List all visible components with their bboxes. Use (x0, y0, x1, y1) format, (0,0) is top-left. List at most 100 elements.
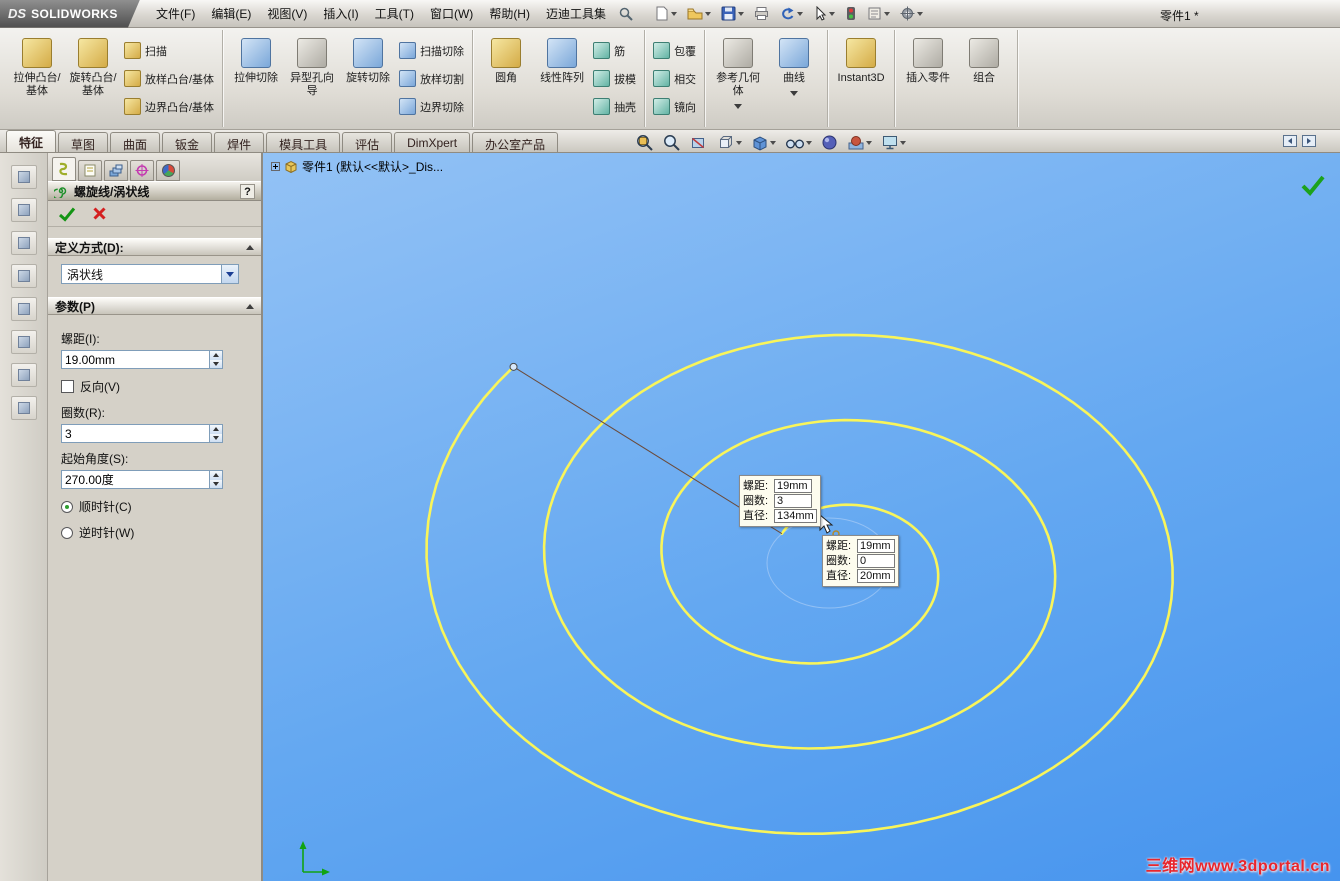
linear-pattern-button[interactable]: 线性阵列 (534, 33, 590, 125)
pitch-spinner[interactable] (209, 351, 222, 368)
pitch-input[interactable] (62, 351, 209, 368)
view-orientation-icon[interactable] (716, 133, 743, 152)
side-toolbar-button-8[interactable] (10, 396, 37, 420)
menu-help[interactable]: 帮助(H) (481, 0, 538, 28)
menu-file[interactable]: 文件(F) (148, 0, 203, 28)
draft-button[interactable]: 拔模 (590, 67, 639, 91)
rebuild-button[interactable] (843, 4, 859, 23)
graphics-area[interactable]: 零件1 (默认<<默认>_Dis... 螺距: 19mm 圈数: 3 直径: 134m… (263, 153, 1340, 881)
dropdown-arrow-icon[interactable] (221, 265, 238, 283)
displaymanager-tab-icon[interactable] (156, 160, 180, 181)
side-toolbar-button-2[interactable] (10, 198, 37, 222)
file-properties-button[interactable] (865, 4, 892, 23)
revolve-cut-button[interactable]: 旋转切除 (340, 33, 396, 125)
apply-scene-caret-icon[interactable] (866, 140, 872, 145)
tree-expand-icon[interactable] (271, 162, 280, 171)
extrude-boss-button[interactable]: 拉伸凸台/基体 (9, 33, 65, 125)
apply-scene-icon[interactable] (846, 133, 873, 152)
hide-show-items-caret-icon[interactable] (806, 140, 812, 145)
menu-tools[interactable]: 工具(T) (367, 0, 422, 28)
options-caret-icon[interactable] (917, 11, 923, 16)
print-button[interactable] (752, 4, 771, 23)
tab-sheet-metal[interactable]: 钣金 (162, 132, 213, 152)
clockwise-radio[interactable] (61, 500, 73, 513)
insert-part-button[interactable]: 插入零件 (900, 33, 956, 125)
menu-window[interactable]: 窗口(W) (422, 0, 481, 28)
menu-maidi-tools[interactable]: 迈迪工具集 (538, 0, 614, 28)
reference-geometry-caret-icon[interactable] (734, 103, 743, 109)
tab-mold-tools[interactable]: 模具工具 (266, 132, 341, 152)
wrap-button[interactable]: 包覆 (650, 39, 699, 63)
ok-button[interactable] (58, 206, 76, 222)
extrude-cut-button[interactable]: 拉伸切除 (228, 33, 284, 125)
side-toolbar-button-1[interactable] (10, 165, 37, 189)
spiral-curve[interactable] (425, 333, 1174, 835)
zoom-to-area-icon[interactable] (662, 133, 682, 152)
new-document-caret-icon[interactable] (671, 11, 677, 16)
boundary-boss-button[interactable]: 边界凸台/基体 (121, 95, 217, 119)
edit-appearance-icon[interactable] (820, 133, 839, 152)
intersect-button[interactable]: 相交 (650, 67, 699, 91)
pane-back-icon[interactable] (1283, 135, 1297, 147)
menu-edit[interactable]: 编辑(E) (203, 0, 259, 28)
open-caret-icon[interactable] (705, 11, 711, 16)
callout1-diameter-value[interactable]: 134mm (774, 509, 817, 523)
view-settings-caret-icon[interactable] (900, 140, 906, 145)
tab-office-products[interactable]: 办公室产品 (472, 132, 559, 152)
swept-cut-button[interactable]: 扫描切除 (396, 39, 467, 63)
dimxpertmanager-tab-icon[interactable] (130, 160, 154, 181)
tab-evaluate[interactable]: 评估 (342, 132, 393, 152)
callout2-revolutions-value[interactable]: 0 (857, 554, 895, 568)
revolutions-input[interactable] (62, 425, 209, 442)
callout1-pitch-value[interactable]: 19mm (774, 479, 812, 493)
side-toolbar-button-6[interactable] (10, 330, 37, 354)
side-toolbar-button-5[interactable] (10, 297, 37, 321)
tab-weldments[interactable]: 焊件 (214, 132, 265, 152)
propertymanager-tab-icon[interactable] (78, 160, 102, 181)
start-angle-spinner[interactable] (209, 471, 222, 488)
menu-view[interactable]: 视图(V) (259, 0, 315, 28)
save-caret-icon[interactable] (738, 11, 744, 16)
undo-button[interactable] (777, 4, 805, 23)
revolve-boss-button[interactable]: 旋转凸台/基体 (65, 33, 121, 125)
shell-button[interactable]: 抽壳 (590, 95, 639, 119)
display-style-caret-icon[interactable] (770, 140, 776, 145)
hole-wizard-button[interactable]: 异型孔向导 (284, 33, 340, 125)
menu-insert[interactable]: 插入(I) (315, 0, 366, 28)
tab-surfaces[interactable]: 曲面 (110, 132, 161, 152)
zoom-to-fit-icon[interactable] (635, 133, 655, 152)
hide-show-items-icon[interactable] (784, 133, 813, 152)
undo-caret-icon[interactable] (797, 11, 803, 16)
counterclockwise-radio[interactable] (61, 526, 73, 539)
curves-caret-icon[interactable] (790, 90, 799, 96)
pane-forward-icon[interactable] (1302, 135, 1316, 147)
fillet-button[interactable]: 圆角 (478, 33, 534, 125)
tab-sketch[interactable]: 草图 (58, 132, 109, 152)
side-toolbar-button-4[interactable] (10, 264, 37, 288)
side-toolbar-button-3[interactable] (10, 231, 37, 255)
spiral-endpoint-marker[interactable] (509, 362, 518, 371)
tree-root-label[interactable]: 零件1 (默认<<默认>_Dis... (302, 158, 443, 175)
confirmation-corner-ok-icon[interactable] (1300, 173, 1326, 197)
combine-button[interactable]: 组合 (956, 33, 1012, 125)
start-angle-input[interactable] (62, 471, 209, 488)
display-style-icon[interactable] (750, 133, 777, 152)
reference-geometry-button[interactable]: 参考几何体 (710, 33, 766, 125)
defined-by-dropdown[interactable]: 涡状线 (61, 264, 239, 284)
section-view-icon[interactable] (689, 133, 709, 152)
tab-dimxpert[interactable]: DimXpert (394, 132, 471, 152)
help-icon[interactable]: ? (240, 183, 255, 199)
save-button[interactable] (719, 4, 746, 23)
search-icon[interactable] (618, 6, 634, 22)
mirror-button[interactable]: 镜向 (650, 95, 699, 119)
callout2-diameter-value[interactable]: 20mm (857, 569, 895, 583)
parameters-section-header[interactable]: 参数(P) (48, 297, 261, 315)
boundary-cut-button[interactable]: 边界切除 (396, 95, 467, 119)
select-caret-icon[interactable] (829, 11, 835, 16)
curves-button[interactable]: 曲线 (766, 33, 822, 125)
configurationmanager-tab-icon[interactable] (104, 160, 128, 181)
swept-boss-button[interactable]: 扫描 (121, 39, 217, 63)
options-button[interactable] (898, 4, 925, 23)
open-button[interactable] (685, 4, 713, 23)
lofted-cut-button[interactable]: 放样切割 (396, 67, 467, 91)
